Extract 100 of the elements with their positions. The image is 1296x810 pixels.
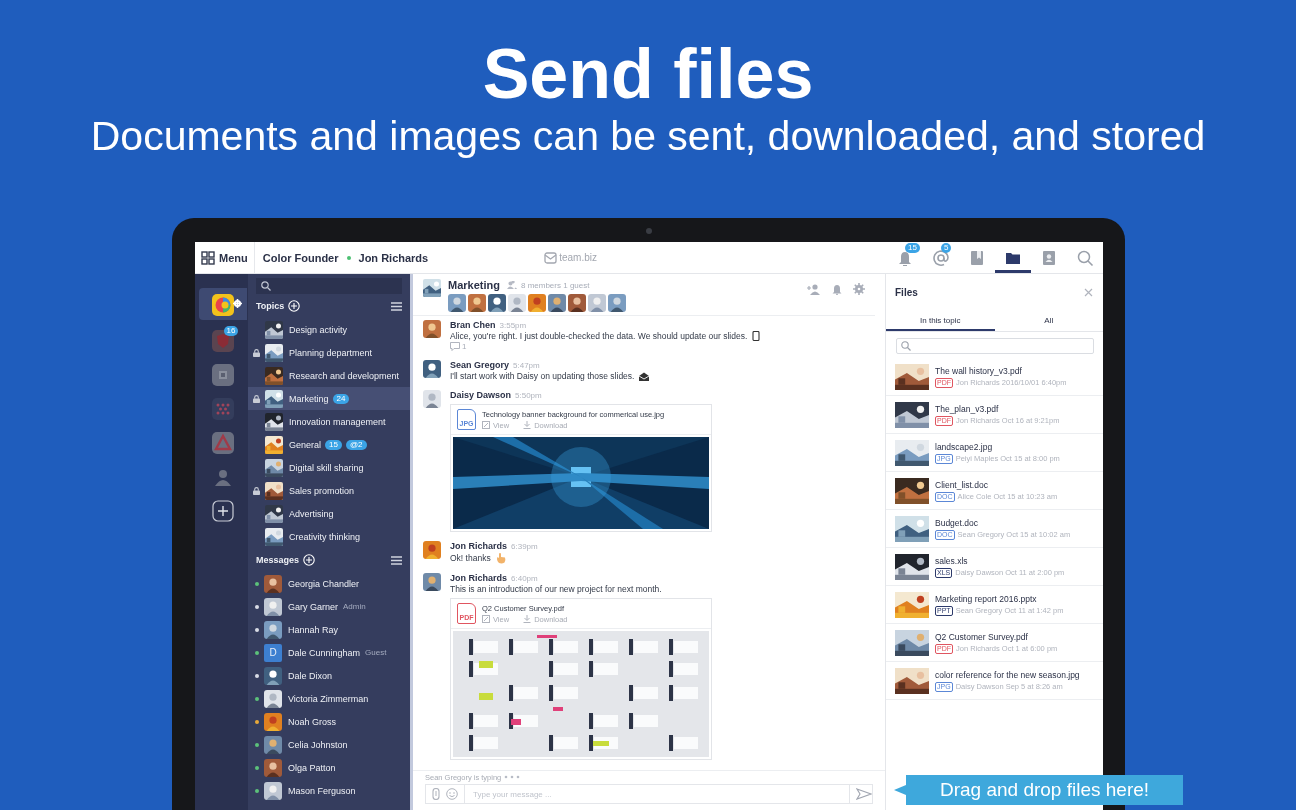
topic-item[interactable]: Research and development [248, 364, 410, 387]
topic-item[interactable]: Sales promotion [248, 479, 410, 502]
drop-hint: Drag and drop files here! [906, 775, 1183, 805]
search-icon [901, 341, 911, 351]
lock-icon [253, 348, 260, 357]
envelope-icon [639, 371, 650, 381]
contact-name[interactable]: Noah Gross [288, 716, 337, 727]
contact-name[interactable]: Gary Garner [288, 601, 338, 612]
avatar [264, 758, 282, 777]
hand-icon [495, 552, 506, 564]
lock-icon [253, 394, 260, 403]
topic-item[interactable]: Planning department [248, 341, 410, 364]
close-icon[interactable] [1084, 287, 1093, 297]
avatar [608, 294, 626, 312]
search-icon [1076, 248, 1094, 267]
menu-icon[interactable] [391, 555, 402, 565]
role-label: Admin [343, 602, 366, 611]
file-name: The_plan_v3.pdf [935, 403, 1000, 414]
contact-name[interactable]: Victoria Zimmerman [288, 693, 369, 704]
at-icon [932, 248, 950, 267]
avatar [508, 294, 526, 312]
count-badge: 15 [325, 439, 342, 450]
topic-item[interactable]: General 15 @2 [248, 433, 410, 456]
topic-name: Planning department [289, 347, 373, 358]
topic-item[interactable]: Marketing 24 [248, 387, 410, 410]
avatar [423, 360, 441, 378]
add-person-icon[interactable] [807, 283, 821, 295]
topic-name: Advertising [289, 508, 334, 519]
file-name: Budget.doc [935, 517, 979, 528]
phone-icon [752, 331, 761, 341]
status-dot [346, 255, 351, 260]
logo-icon [544, 251, 558, 264]
logo-text: team.biz [559, 252, 597, 263]
subheadline: Documents and images can be sent, downloaded, and stored [90, 112, 1206, 160]
contact-name[interactable]: Dale Dixon [288, 670, 333, 681]
contact-name[interactable]: Mason Ferguson [288, 785, 356, 796]
shield-icon [211, 330, 234, 352]
download-icon [523, 421, 532, 429]
topic-item[interactable]: Advertising [248, 502, 410, 525]
contact-name[interactable]: Celia Johnston [288, 739, 348, 750]
topic-name: Research and development [289, 370, 400, 381]
file-name: landscape2.jpg [935, 441, 994, 452]
menu-icon[interactable] [391, 301, 402, 311]
user-name[interactable]: Jon Richards [358, 251, 429, 264]
bell-icon[interactable] [831, 283, 843, 295]
search-field[interactable] [256, 278, 402, 294]
file-name: Client_list.doc [935, 479, 989, 490]
download-icon [523, 615, 532, 623]
workspace-name[interactable]: Color Founder [262, 251, 339, 264]
file-name: color reference for the new season.jpg [935, 669, 1080, 680]
contact-name[interactable]: Georgia Chandler [288, 578, 360, 589]
member-count: 8 members 1 guest [520, 280, 590, 290]
settings-icon[interactable] [853, 283, 865, 295]
section-title: Messages [256, 555, 300, 565]
camera-dot [646, 228, 652, 234]
search-field[interactable] [896, 338, 1094, 354]
send-icon[interactable] [856, 788, 872, 800]
message-text: Alice, you're right. I just double-checked the data. We should update our slides. [450, 331, 748, 341]
timestamp: 3:55pm [499, 321, 527, 330]
topic-title: Marketing [448, 279, 500, 291]
author-name: Jon Richards [450, 573, 507, 583]
avatar [264, 735, 282, 754]
file-name: sales.xls [935, 555, 969, 566]
topic-item[interactable]: Digital skill sharing [248, 456, 410, 479]
triangle-icon [211, 432, 234, 454]
message-text: Ok! thanks [450, 553, 491, 563]
contact-name[interactable]: Hannah Ray [288, 624, 339, 635]
avatar [448, 294, 466, 312]
workspace-button[interactable] [198, 288, 247, 320]
comment-icon [450, 342, 460, 351]
role-label: Guest [365, 648, 387, 657]
headline: Send files [482, 36, 814, 112]
contact-name[interactable]: Dale Cunningham [288, 647, 361, 658]
avatar [264, 597, 282, 616]
topic-name: Digital skill sharing [289, 462, 364, 473]
avatar [264, 620, 282, 639]
attach-icon[interactable] [432, 788, 440, 800]
contact-name[interactable]: Olga Patton [288, 762, 336, 773]
emoji-icon[interactable] [446, 788, 458, 800]
avatar [423, 541, 441, 559]
message-text: I'll start work with Daisy on updating those slides. [450, 371, 635, 381]
file-name: Q2 Customer Survey.pdf [935, 631, 1029, 642]
tab[interactable]: All [994, 312, 1103, 331]
add-icon[interactable] [288, 300, 301, 312]
avatar [264, 689, 282, 708]
settings-icon [232, 299, 242, 308]
avatar [468, 294, 486, 312]
menu-button[interactable]: Menu [195, 242, 254, 273]
topic-item[interactable]: Creativity thinking [248, 525, 410, 548]
add-icon[interactable] [303, 554, 316, 566]
topic-name: General [289, 439, 322, 450]
avatar [264, 712, 282, 731]
topic-item[interactable]: Design activity [248, 318, 410, 341]
count-badge: @2 [345, 439, 367, 450]
topic-item[interactable]: Innovation management [248, 410, 410, 433]
tab[interactable]: In this topic [886, 312, 995, 331]
contact-icon [1040, 248, 1058, 267]
avatar [588, 294, 606, 312]
avatar [548, 294, 566, 312]
search-icon [261, 281, 271, 291]
